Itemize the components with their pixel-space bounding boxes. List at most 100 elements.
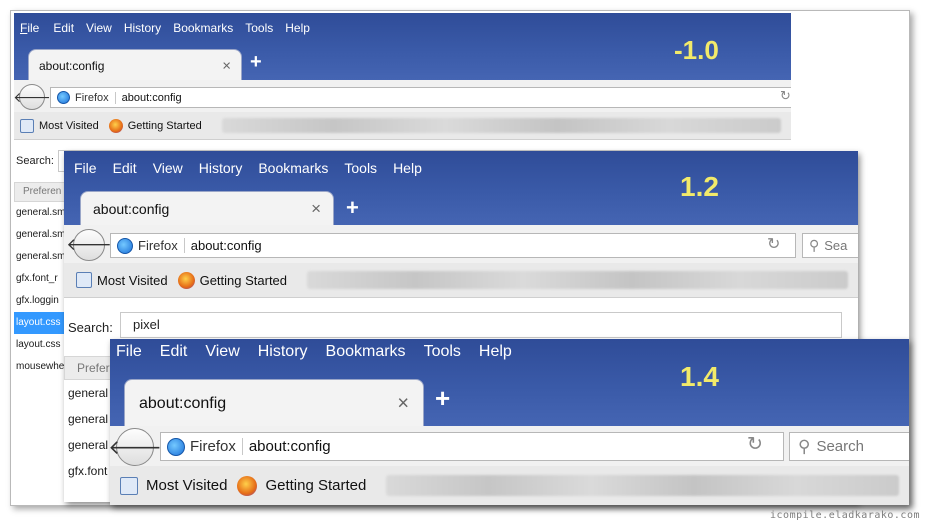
bookmarks-toolbar: Most Visited Getting Started — [14, 112, 791, 140]
identity-label: Firefox — [75, 91, 116, 104]
bookmark-label: Most Visited — [97, 272, 168, 288]
identity-label: Firefox — [190, 438, 243, 455]
search-icon: ⚲ — [798, 436, 811, 456]
titlebar: File Edit View History Bookmarks Tools H… — [110, 339, 909, 427]
pref-row[interactable]: mousewhe — [14, 356, 68, 378]
navigation-bar: 🡐 Firefox about:config ↻ ⚲ Search — [110, 426, 909, 467]
firefox-logo-icon — [237, 475, 258, 496]
menu-help[interactable]: Help — [479, 343, 512, 361]
most-visited-icon — [20, 118, 34, 133]
menu-view[interactable]: View — [86, 21, 112, 35]
bookmark-label: Most Visited — [146, 477, 228, 494]
new-tab-button[interactable]: + — [250, 51, 262, 74]
titlebar: File Edit View History Bookmarks Tools H… — [64, 151, 858, 226]
preferences-list: Preferen general.sm general.sm general.s… — [14, 182, 68, 378]
reload-icon[interactable]: ↻ — [767, 234, 780, 254]
url-text: about:config — [121, 91, 182, 104]
watermark-credit: icompile.eladkarako.com — [770, 510, 920, 521]
navigation-bar: 🡐 Firefox about:config ↻ ⚲ Sea — [64, 225, 858, 264]
menu-help[interactable]: Help — [393, 160, 422, 176]
menu-view[interactable]: View — [153, 160, 183, 176]
menu-view[interactable]: View — [205, 343, 239, 361]
menu-edit[interactable]: Edit — [53, 21, 74, 35]
firefox-logo-icon — [108, 118, 123, 133]
identity-label: Firefox — [138, 238, 185, 253]
bookmark-getting-started[interactable]: Getting Started — [108, 118, 202, 133]
config-search-value: pixel — [133, 317, 160, 332]
search-placeholder: Search — [816, 438, 864, 455]
menu-history[interactable]: History — [199, 160, 243, 176]
tab-title: about:config — [139, 394, 227, 412]
tab-title: about:config — [39, 58, 105, 73]
reload-icon[interactable]: ↻ — [747, 433, 763, 456]
config-search-label: Search: — [68, 320, 113, 335]
bookmark-getting-started[interactable]: Getting Started — [237, 475, 367, 496]
tab-about-config[interactable]: about:config × — [28, 49, 242, 81]
menu-bar: File Edit View History Bookmarks Tools H… — [116, 343, 512, 361]
menu-file[interactable]: File — [116, 343, 142, 361]
pref-row[interactable]: layout.css — [14, 334, 68, 356]
tab-about-config[interactable]: about:config × — [124, 379, 424, 427]
pref-row[interactable]: general.sm — [14, 246, 68, 268]
menu-bookmarks[interactable]: Bookmarks — [173, 21, 233, 35]
pref-row[interactable]: gfx.loggin — [14, 290, 68, 312]
url-text: about:config — [190, 238, 262, 253]
back-button[interactable]: 🡐 — [14, 84, 51, 110]
menu-tools[interactable]: Tools — [245, 21, 273, 35]
menu-edit[interactable]: Edit — [113, 160, 137, 176]
search-icon: ⚲ — [809, 237, 820, 253]
new-tab-button[interactable]: + — [346, 195, 359, 221]
bookmark-most-visited[interactable]: Most Visited — [14, 118, 99, 133]
menu-bookmarks[interactable]: Bookmarks — [326, 343, 406, 361]
pref-row[interactable]: general.sm — [14, 202, 68, 224]
preference-name-header[interactable]: Preferen — [14, 182, 68, 202]
config-search-label: Search: — [16, 155, 54, 167]
menu-file[interactable]: File — [20, 21, 39, 35]
back-arrow-icon: 🡐 — [14, 88, 51, 105]
bookmark-label: Getting Started — [265, 477, 367, 494]
blurred-bookmarks — [221, 118, 781, 133]
back-button[interactable]: 🡐 — [66, 229, 112, 261]
search-input[interactable]: ⚲ Sea — [802, 233, 858, 258]
blurred-bookmarks — [307, 270, 848, 290]
pref-row-selected[interactable]: layout.css — [14, 312, 68, 334]
tab-title: about:config — [93, 201, 170, 217]
blurred-bookmarks — [386, 474, 899, 497]
menu-tools[interactable]: Tools — [424, 343, 461, 361]
menu-bar: File Edit View History Bookmarks Tools H… — [20, 21, 310, 35]
url-bar[interactable]: Firefox about:config — [160, 432, 784, 461]
titlebar: File Edit View History Bookmarks Tools H… — [14, 13, 791, 81]
new-tab-button[interactable]: + — [435, 383, 450, 414]
search-placeholder: Sea — [824, 238, 848, 253]
menu-tools[interactable]: Tools — [344, 160, 377, 176]
bookmark-label: Most Visited — [39, 119, 99, 132]
most-visited-icon — [76, 272, 92, 288]
url-bar[interactable]: Firefox about:config — [50, 87, 791, 108]
menu-bookmarks[interactable]: Bookmarks — [258, 160, 328, 176]
reload-icon[interactable]: ↻ — [780, 88, 791, 104]
pref-row[interactable]: gfx.font_r — [14, 268, 68, 290]
back-button[interactable]: 🡐 — [110, 428, 162, 466]
menu-edit[interactable]: Edit — [160, 343, 188, 361]
bookmarks-toolbar: Most Visited Getting Started — [110, 466, 909, 505]
tab-close-icon[interactable]: × — [311, 199, 321, 219]
firefox-identity-icon — [167, 437, 185, 456]
firefox-identity-icon — [57, 91, 70, 104]
config-search-input[interactable]: pixel — [120, 312, 842, 338]
tab-about-config[interactable]: about:config × — [80, 191, 334, 226]
window-zoom-1-4: File Edit View History Bookmarks Tools H… — [110, 339, 909, 505]
bookmark-most-visited[interactable]: Most Visited — [110, 476, 228, 495]
tab-close-icon[interactable]: × — [397, 392, 409, 415]
menu-help[interactable]: Help — [285, 21, 310, 35]
tab-close-icon[interactable]: × — [222, 57, 231, 74]
menu-file[interactable]: File — [74, 160, 97, 176]
pref-row[interactable]: general.sm — [14, 224, 68, 246]
bookmark-most-visited[interactable]: Most Visited — [64, 272, 168, 288]
url-bar[interactable]: Firefox about:config — [110, 233, 796, 258]
menu-history[interactable]: History — [124, 21, 161, 35]
navigation-bar: 🡐 Firefox about:config ↻ — [14, 80, 791, 113]
search-input[interactable]: ⚲ Search — [789, 432, 909, 461]
bookmark-getting-started[interactable]: Getting Started — [177, 271, 287, 289]
menu-history[interactable]: History — [258, 343, 308, 361]
back-arrow-icon: 🡐 — [110, 436, 162, 459]
